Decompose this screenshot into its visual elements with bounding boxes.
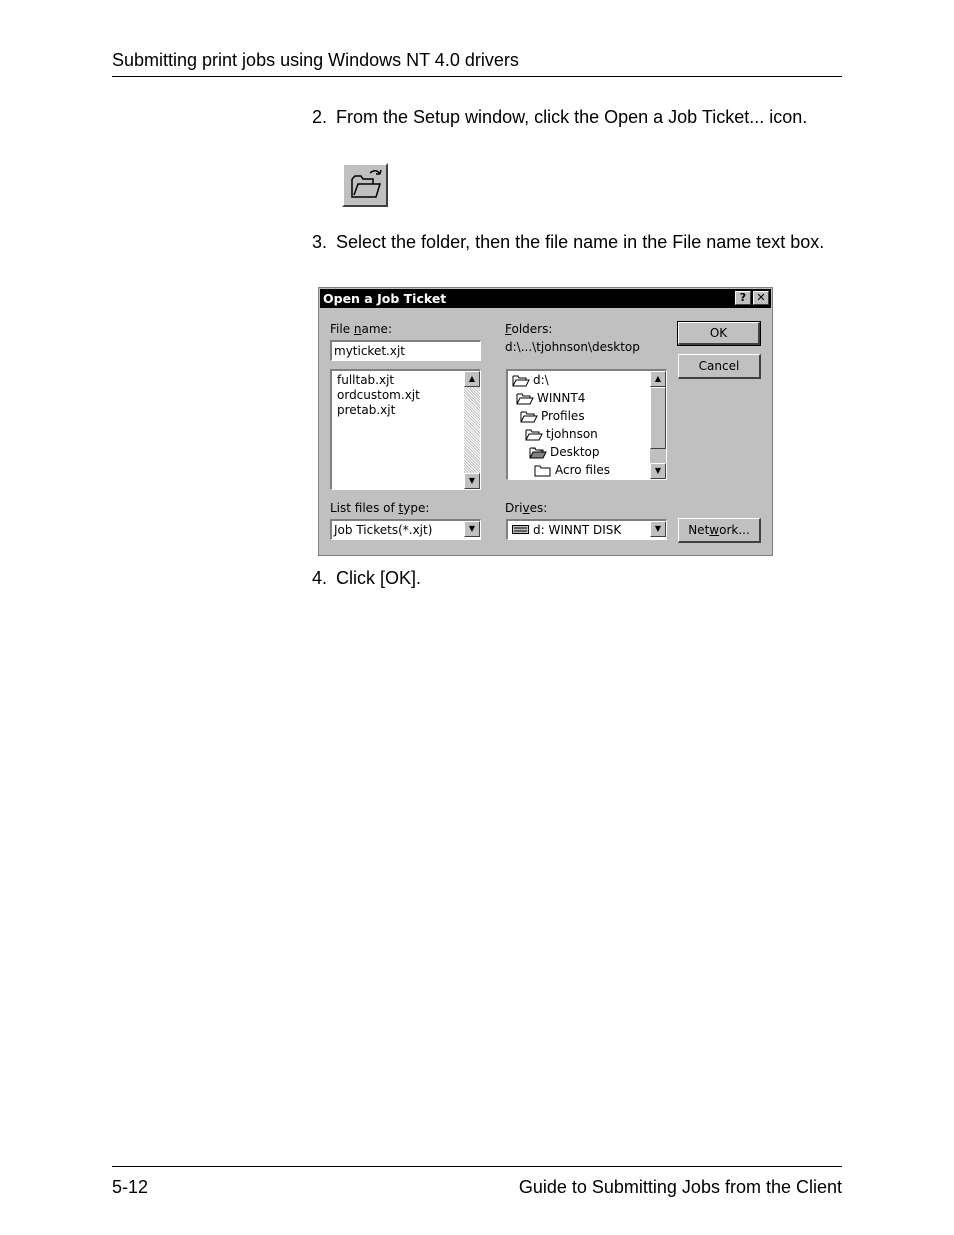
- open-job-ticket-dialog: Open a Job Ticket ? ✕ File name: myticke…: [318, 287, 773, 556]
- label-part: es:: [529, 501, 548, 515]
- dropdown-arrow-icon[interactable]: ▼: [464, 521, 480, 537]
- step-2: 2. From the Setup window, click the Open …: [312, 107, 807, 128]
- label-part: Dri: [505, 501, 523, 515]
- open-folder-icon: [529, 447, 547, 459]
- ok-button[interactable]: OK: [677, 321, 761, 346]
- file-name-input[interactable]: myticket.xjt: [330, 340, 481, 361]
- dialog-title: Open a Job Ticket: [323, 291, 447, 306]
- folder-name: Profiles: [541, 409, 585, 423]
- folder-item[interactable]: Profiles: [520, 409, 585, 423]
- file-name-label: File name:: [330, 322, 392, 336]
- open-folder-icon: [525, 429, 543, 441]
- folder-item[interactable]: tjohnson: [525, 427, 598, 441]
- file-type-select[interactable]: Job Tickets(*.xjt) ▼: [330, 519, 481, 540]
- closed-folder-icon: [534, 465, 551, 477]
- running-header: Submitting print jobs using Windows NT 4…: [112, 50, 519, 70]
- file-name-value: myticket.xjt: [334, 344, 405, 358]
- network-label: Network...: [679, 519, 759, 541]
- dialog-titlebar: Open a Job Ticket ? ✕: [320, 289, 771, 308]
- folder-name: Acro files: [555, 463, 610, 477]
- label-part: Net: [688, 523, 710, 537]
- open-folder-icon: [520, 411, 538, 423]
- label-accelerator: w: [709, 523, 720, 537]
- file-list-item[interactable]: ordcustom.xjt: [337, 388, 420, 402]
- open-job-ticket-button[interactable]: [342, 163, 388, 207]
- folder-name: tjohnson: [546, 427, 598, 441]
- header-rule: [112, 76, 842, 77]
- label-part: List files of: [330, 501, 399, 515]
- footer-rule: [112, 1166, 842, 1167]
- step-text: Click [OK].: [336, 568, 422, 588]
- file-list-item[interactable]: fulltab.xjt: [337, 373, 394, 387]
- label-part: ame:: [361, 322, 392, 336]
- open-folder-icon: [512, 375, 530, 387]
- scroll-down-arrow-icon[interactable]: ▼: [650, 463, 666, 479]
- page-number: 5-12: [112, 1177, 149, 1197]
- file-list-item[interactable]: pretab.xjt: [337, 403, 395, 417]
- open-folder-icon: [516, 393, 534, 405]
- folder-item[interactable]: d:\: [512, 373, 549, 387]
- scroll-down-arrow-icon[interactable]: ▼: [464, 473, 480, 489]
- cancel-label: Cancel: [698, 359, 740, 373]
- step-text: Select the folder, then the file name in…: [336, 232, 825, 252]
- folder-tree[interactable]: d:\ WINNT4 Profiles tjohnson Desktop Acr…: [506, 369, 667, 480]
- drives-label: Drives:: [505, 501, 547, 515]
- folder-tree-scrollbar[interactable]: ▲ ▼: [650, 371, 666, 479]
- folder-item[interactable]: WINNT4: [516, 391, 585, 405]
- label-part: olders:: [511, 322, 553, 336]
- file-list-scrollbar[interactable]: ▲ ▼: [464, 371, 480, 489]
- drive-icon: [512, 525, 529, 534]
- folders-label: Folders:: [505, 322, 552, 336]
- step-number: 3.: [312, 232, 328, 252]
- list-files-type-label: List files of type:: [330, 501, 429, 515]
- scroll-thumb[interactable]: [650, 387, 666, 449]
- folder-name: d:\: [533, 373, 549, 387]
- network-button[interactable]: Network...: [678, 518, 761, 543]
- step-text: From the Setup window, click the Open a …: [336, 107, 808, 127]
- folder-name: WINNT4: [537, 391, 586, 405]
- label-part: ork...: [719, 523, 750, 537]
- scroll-up-arrow-icon[interactable]: ▲: [464, 371, 480, 387]
- folder-name: Desktop: [550, 445, 600, 459]
- step-4: 4. Click [OK].: [312, 568, 421, 589]
- label-accelerator: v: [522, 501, 530, 515]
- step-3: 3. Select the folder, then the file name …: [312, 232, 824, 253]
- label-part: File: [330, 322, 354, 336]
- folder-item[interactable]: Acro files: [534, 463, 610, 477]
- help-button[interactable]: ?: [735, 291, 751, 305]
- step-number: 2.: [312, 107, 328, 127]
- scroll-up-arrow-icon[interactable]: ▲: [650, 371, 666, 387]
- folder-item-selected[interactable]: Desktop: [529, 445, 600, 459]
- dropdown-arrow-icon[interactable]: ▼: [650, 521, 666, 537]
- drives-select[interactable]: d: WINNT DISK ▼: [506, 519, 667, 540]
- ok-label: OK: [709, 326, 728, 340]
- file-list[interactable]: fulltab.xjt ordcustom.xjt pretab.xjt ▲ ▼: [330, 369, 481, 490]
- cancel-button[interactable]: Cancel: [678, 354, 761, 379]
- drives-value-wrap: d: WINNT DISK: [512, 523, 621, 537]
- drives-value: d: WINNT DISK: [533, 523, 622, 537]
- file-type-value: Job Tickets(*.xjt): [334, 523, 433, 537]
- close-button[interactable]: ✕: [753, 291, 769, 305]
- current-path: d:\...\tjohnson\desktop: [505, 340, 640, 354]
- label-part: ype:: [403, 501, 430, 515]
- open-folder-icon: [351, 169, 382, 198]
- step-number: 4.: [312, 568, 328, 588]
- label-accelerator: n: [353, 322, 362, 336]
- guide-title: Guide to Submitting Jobs from the Client: [518, 1177, 842, 1197]
